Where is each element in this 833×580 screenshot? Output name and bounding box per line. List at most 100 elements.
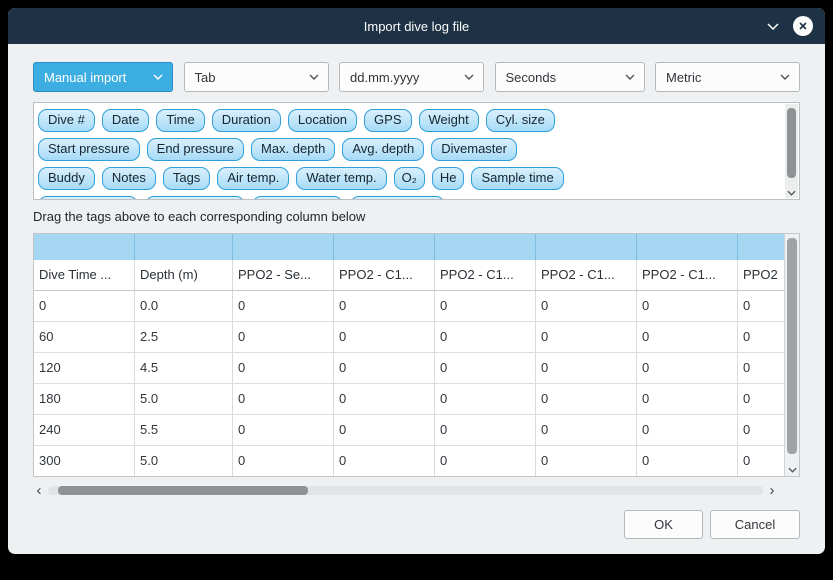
drag-tag[interactable]: Buddy (38, 167, 95, 190)
combo-value: dd.mm.yyyy (350, 70, 419, 85)
table-cell: 0 (738, 353, 785, 383)
scrollbar-handle[interactable] (787, 108, 796, 178)
scrollbar-handle[interactable] (787, 238, 797, 454)
drop-target-cell[interactable] (637, 234, 738, 260)
table-cell: 60 (34, 322, 135, 352)
table-cell: 0 (334, 415, 435, 445)
table-row: 180 5.0 0 0 0 0 0 0 (34, 384, 785, 415)
ok-button[interactable]: OK (624, 510, 703, 539)
column-header: PPO2 - C1... (637, 260, 738, 290)
drag-tag[interactable]: Water temp. (296, 167, 386, 190)
tag-pool-scrollbar[interactable] (785, 104, 798, 198)
drag-tag[interactable]: Duration (212, 109, 281, 132)
drop-target-cell[interactable] (34, 234, 135, 260)
table-cell: 240 (34, 415, 135, 445)
scroll-right-icon[interactable]: › (766, 484, 778, 498)
scrollbar-handle[interactable] (58, 486, 308, 495)
table-cell: 0 (435, 384, 536, 414)
scroll-left-icon[interactable]: ‹ (33, 484, 45, 498)
chevron-down-icon (153, 74, 163, 80)
tag-row: Buddy Notes Tags Air temp. Water temp. O… (38, 167, 777, 190)
drag-tag[interactable]: Tags (163, 167, 210, 190)
cancel-button[interactable]: Cancel (710, 510, 800, 539)
table-cell: 0 (536, 291, 637, 321)
drop-target-cell[interactable] (435, 234, 536, 260)
drag-tag[interactable]: Time (156, 109, 204, 132)
titlebar-buttons (767, 8, 813, 44)
drop-target-cell[interactable] (536, 234, 637, 260)
table-cell: 0 (536, 322, 637, 352)
table-grid: Dive Time ... Depth (m) PPO2 - Se... PPO… (34, 234, 785, 476)
table-cell: 0 (233, 446, 334, 476)
tag-row: Sample depth Sample temp. Sample pO₂ Sam… (38, 196, 777, 200)
drag-tag[interactable]: Location (288, 109, 357, 132)
table-cell: 0 (334, 291, 435, 321)
tag-row: Dive # Date Time Duration Location GPS W… (38, 109, 777, 132)
table-cell: 0 (233, 291, 334, 321)
table-cell: 0 (637, 322, 738, 352)
drag-tag[interactable]: Cyl. size (486, 109, 555, 132)
table-cell: 0 (435, 415, 536, 445)
units-combo[interactable]: Metric (655, 62, 800, 92)
drag-tag[interactable]: End pressure (147, 138, 244, 161)
combo-value: Manual import (44, 70, 126, 85)
drag-tag[interactable]: Sample CNS (350, 196, 445, 200)
drop-target-row (34, 234, 785, 260)
tag-pool: Dive # Date Time Duration Location GPS W… (33, 102, 800, 200)
drag-tag[interactable]: Sample temp. (145, 196, 245, 200)
drop-target-cell[interactable] (135, 234, 233, 260)
drag-tag[interactable]: Notes (102, 167, 156, 190)
drag-tag[interactable]: Max. depth (251, 138, 335, 161)
drag-tag[interactable]: GPS (364, 109, 411, 132)
table-cell: 5.0 (135, 384, 233, 414)
table-cell: 0 (637, 446, 738, 476)
table-vertical-scrollbar[interactable] (784, 234, 799, 476)
column-header: PPO2 - Se... (233, 260, 334, 290)
table-cell: 0 (233, 384, 334, 414)
drag-tag[interactable]: Dive # (38, 109, 95, 132)
table-cell: 0 (637, 291, 738, 321)
table-cell: 4.5 (135, 353, 233, 383)
import-type-combo[interactable]: Manual import (33, 62, 173, 92)
duration-format-combo[interactable]: Seconds (495, 62, 645, 92)
table-horizontal-scrollbar[interactable]: ‹ › (33, 483, 778, 498)
drop-target-cell[interactable] (738, 234, 785, 260)
table-cell: 0 (738, 291, 785, 321)
drop-target-cell[interactable] (334, 234, 435, 260)
hscroll-track[interactable] (48, 486, 763, 495)
drag-tag[interactable]: Divemaster (431, 138, 517, 161)
drag-tag[interactable]: O₂ (394, 167, 425, 190)
field-separator-combo[interactable]: Tab (184, 62, 329, 92)
drag-tag[interactable]: Sample depth (38, 196, 138, 200)
drag-tag[interactable]: Start pressure (38, 138, 140, 161)
table-cell: 0 (233, 353, 334, 383)
table-row: 240 5.5 0 0 0 0 0 0 (34, 415, 785, 446)
table-row: 60 2.5 0 0 0 0 0 0 (34, 322, 785, 353)
table-cell: 0 (34, 291, 135, 321)
drag-tag[interactable]: Sample pO₂ (252, 196, 342, 200)
table-cell: 0 (536, 415, 637, 445)
close-icon[interactable] (793, 16, 813, 36)
table-cell: 0 (536, 446, 637, 476)
table-row: 0 0.0 0 0 0 0 0 0 (34, 291, 785, 322)
table-cell: 0 (334, 384, 435, 414)
scroll-down-icon[interactable] (785, 190, 798, 196)
table-cell: 5.0 (135, 446, 233, 476)
table-cell: 0 (435, 353, 536, 383)
table-cell: 2.5 (135, 322, 233, 352)
drag-tag[interactable]: Date (102, 109, 149, 132)
chevron-down-icon (780, 74, 790, 80)
drop-target-cell[interactable] (233, 234, 334, 260)
drag-tag[interactable]: Sample time (471, 167, 563, 190)
drag-tag[interactable]: Avg. depth (342, 138, 424, 161)
drag-tag[interactable]: He (432, 167, 465, 190)
table-cell: 0 (738, 446, 785, 476)
chevron-down-icon (625, 74, 635, 80)
table-cell: 0 (334, 353, 435, 383)
titlebar-menu-chevron-icon[interactable] (767, 23, 779, 30)
drag-tag[interactable]: Weight (419, 109, 479, 132)
date-format-combo[interactable]: dd.mm.yyyy (339, 62, 484, 92)
drag-tag[interactable]: Air temp. (217, 167, 289, 190)
table-header-row: Dive Time ... Depth (m) PPO2 - Se... PPO… (34, 260, 785, 291)
scroll-down-icon[interactable] (785, 467, 799, 473)
